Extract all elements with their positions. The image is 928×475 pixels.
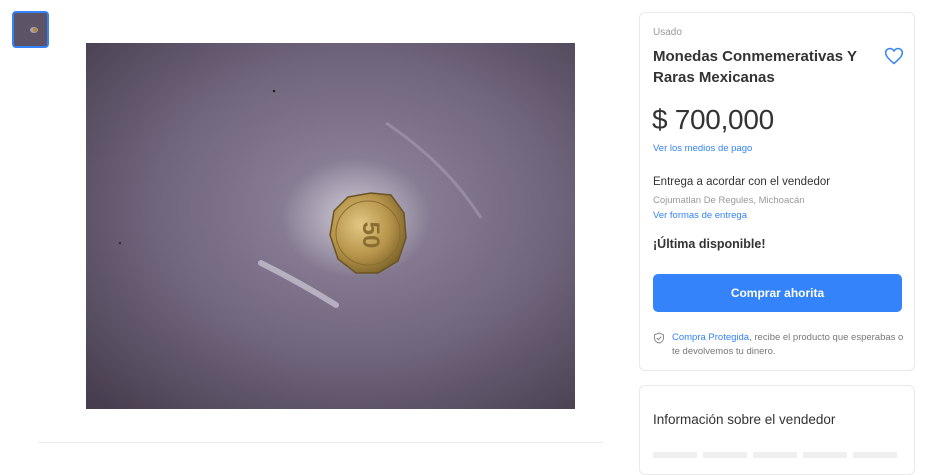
reputation-bar-2 <box>703 452 747 458</box>
delivery-options-link[interactable]: Ver formas de entrega <box>653 210 747 221</box>
reputation-bar-5 <box>853 452 897 458</box>
purchase-card: Usado Monedas Conmemerativas Y Raras Mex… <box>639 12 915 371</box>
coin-photo-icon: 50 <box>86 43 575 409</box>
seller-info-title: Información sobre el vendedor <box>653 412 836 427</box>
seller-card: Información sobre el vendedor <box>639 385 915 475</box>
payment-methods-link[interactable]: Ver los medios de pago <box>653 143 752 154</box>
reputation-bar-1 <box>653 452 697 458</box>
reputation-bar-4 <box>803 452 847 458</box>
reputation-bar-3 <box>753 452 797 458</box>
heart-icon[interactable] <box>884 46 904 66</box>
condition-label: Usado <box>653 27 682 38</box>
buy-now-button[interactable]: Comprar ahorita <box>653 274 902 312</box>
coin-thumbnail-icon <box>14 13 47 46</box>
price: $ 700,000 <box>652 104 774 135</box>
protected-purchase-text: Compra Protegida, recibe el producto que… <box>672 331 908 359</box>
delivery-title: Entrega a acordar con el vendedor <box>653 176 831 188</box>
protected-purchase-link[interactable]: Compra Protegida <box>672 332 749 343</box>
gallery-thumbnail[interactable] <box>12 11 49 48</box>
shield-check-icon <box>654 332 664 344</box>
svg-text:50: 50 <box>357 222 384 249</box>
divider <box>38 442 603 443</box>
product-photo[interactable]: 50 <box>86 43 575 409</box>
stock-status: ¡Última disponible! <box>653 237 766 251</box>
delivery-location: Cojumatlan De Regules, Michoacán <box>653 195 805 206</box>
product-title: Monedas Conmemerativas Y Raras Mexicanas <box>653 48 857 86</box>
